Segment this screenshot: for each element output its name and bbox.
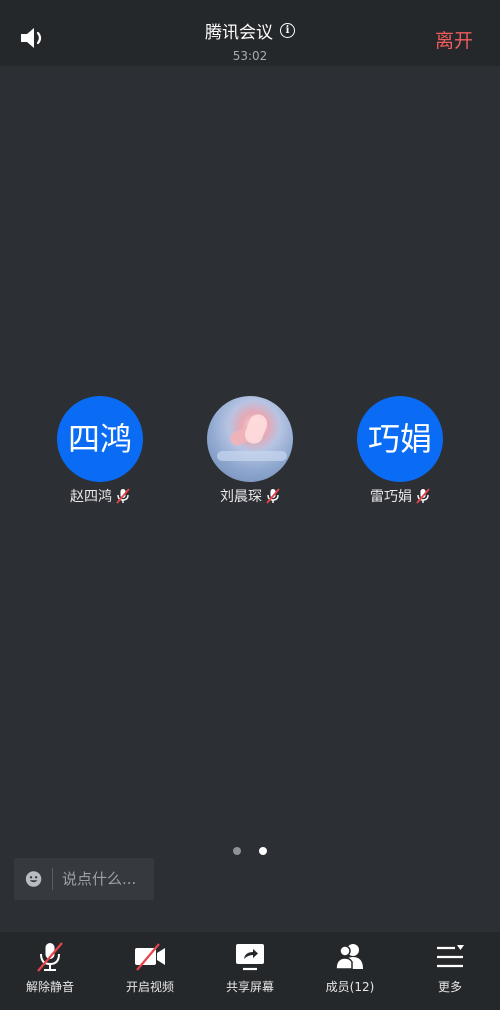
members-label: 成员(12) — [325, 980, 375, 994]
participant-name-row: 刘晨琛 — [220, 486, 280, 506]
divider — [52, 868, 53, 890]
members-icon — [335, 944, 363, 970]
meeting-timer: 53:02 — [232, 49, 268, 63]
participant-name-row: 雷巧娟 — [370, 486, 430, 506]
leave-button[interactable]: 离开 — [435, 26, 473, 53]
avatar: 巧娟 — [357, 396, 443, 482]
title-area: 腾讯会议 i 53:02 — [0, 18, 500, 63]
more-menu-icon — [437, 945, 464, 968]
participant-name-row: 赵四鸿 — [70, 486, 130, 506]
info-icon[interactable]: i — [280, 23, 295, 38]
participant-name: 赵四鸿 — [70, 489, 112, 505]
top-bar: 腾讯会议 i 53:02 离开 — [0, 0, 500, 66]
share-screen-label: 共享屏幕 — [225, 980, 274, 994]
participant-name: 刘晨琛 — [220, 489, 262, 505]
start-video-label: 开启视频 — [125, 980, 174, 994]
chat-bar — [14, 858, 154, 900]
mic-muted-icon — [266, 488, 280, 504]
meeting-title[interactable]: 腾讯会议 i — [205, 18, 295, 43]
page-indicator — [0, 840, 500, 859]
start-video-button[interactable]: 开启视频 — [100, 932, 200, 1010]
more-button[interactable]: 更多 — [400, 932, 500, 1010]
bottom-toolbar: 解除静音 开启视频 共享屏幕 成员(12) 更多 — [0, 932, 500, 1010]
page-dot-1[interactable] — [233, 847, 242, 855]
unmute-label: 解除静音 — [25, 980, 74, 994]
video-off-icon — [135, 943, 165, 971]
unmute-button[interactable]: 解除静音 — [0, 932, 100, 1010]
avatar: 四鸿 — [57, 396, 143, 482]
page-dot-2[interactable] — [258, 847, 267, 855]
participant-tile[interactable]: 巧娟 雷巧娟 — [340, 396, 460, 506]
chat-input[interactable] — [62, 870, 154, 888]
participant-tile[interactable]: 四鸿 赵四鸿 — [40, 396, 160, 506]
participant-tile[interactable]: 刘晨琛 — [190, 396, 310, 506]
more-label: 更多 — [437, 980, 462, 994]
share-screen-icon — [236, 944, 264, 971]
avatar-photo — [207, 396, 293, 482]
emoji-icon[interactable] — [25, 869, 42, 889]
share-screen-button[interactable]: 共享屏幕 — [200, 932, 300, 1010]
mic-off-icon — [37, 942, 63, 972]
meeting-title-text: 腾讯会议 — [205, 23, 273, 43]
mic-muted-icon — [416, 488, 430, 504]
mic-muted-icon — [116, 488, 130, 504]
participant-name: 雷巧娟 — [370, 489, 412, 505]
members-button[interactable]: 成员(12) — [300, 932, 400, 1010]
